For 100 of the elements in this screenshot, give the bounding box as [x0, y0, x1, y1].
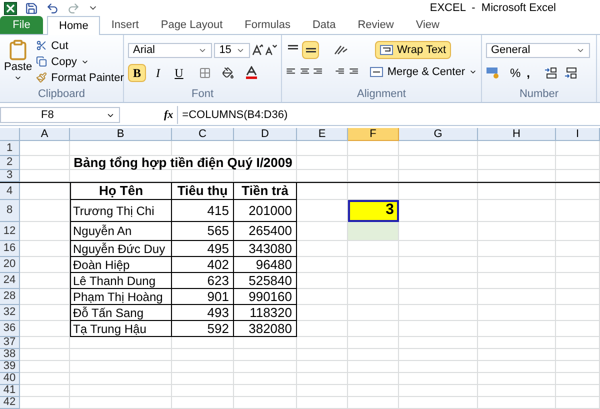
- ribbon-tab[interactable]: Data: [301, 16, 347, 34]
- comma-button[interactable]: ,: [526, 64, 530, 82]
- ribbon-tab[interactable]: Insert: [100, 16, 150, 34]
- empty-cell: [348, 289, 399, 306]
- font-family-dropdown[interactable]: Arial: [128, 42, 212, 58]
- bold-button[interactable]: B: [128, 64, 146, 82]
- format-painter-button[interactable]: Format Painter: [36, 70, 124, 85]
- empty-cell: [556, 170, 600, 182]
- decrease-decimal-icon[interactable]: [564, 66, 578, 79]
- borders-icon[interactable]: [199, 66, 211, 79]
- ribbon-tab[interactable]: Review: [346, 16, 405, 34]
- column-header[interactable]: E: [297, 128, 348, 142]
- row-header[interactable]: 1: [0, 141, 20, 156]
- column-header[interactable]: G: [399, 128, 478, 142]
- table-cell: 415: [172, 200, 234, 222]
- empty-cell: [556, 373, 600, 386]
- window-title: EXCEL - Microsoft Excel: [430, 1, 556, 16]
- row-header[interactable]: 32: [0, 305, 20, 322]
- insert-function-button[interactable]: fx: [164, 106, 174, 124]
- column-header[interactable]: B: [70, 128, 172, 142]
- font-color-icon[interactable]: [245, 66, 258, 80]
- column-header[interactable]: A: [20, 128, 70, 142]
- column-header[interactable]: I: [556, 128, 600, 142]
- empty-cell: [297, 241, 348, 258]
- row-header[interactable]: 8: [0, 200, 20, 222]
- italic-button[interactable]: I: [149, 64, 167, 82]
- row-header[interactable]: 42: [0, 397, 20, 409]
- empty-cell: [556, 222, 600, 242]
- ribbon-tab[interactable]: Formulas: [234, 16, 302, 34]
- underline-button[interactable]: U: [170, 64, 188, 82]
- column-header[interactable]: F: [348, 128, 399, 142]
- table-cell: 3: [348, 200, 399, 222]
- empty-cell: [348, 385, 399, 398]
- ribbon-tab[interactable]: View: [404, 16, 450, 34]
- currency-icon[interactable]: [486, 66, 500, 79]
- undo-icon[interactable]: [46, 2, 59, 15]
- merge-center-button[interactable]: Merge & Center: [370, 64, 478, 80]
- column-header[interactable]: D: [234, 128, 297, 142]
- row-header[interactable]: 4: [0, 183, 20, 200]
- font-size-dropdown[interactable]: 15: [214, 42, 250, 58]
- row-header[interactable]: 24: [0, 273, 20, 290]
- empty-cell: [556, 337, 600, 350]
- empty-cell: [234, 349, 297, 362]
- number-format-dropdown[interactable]: General: [486, 42, 590, 58]
- row-header[interactable]: 28: [0, 289, 20, 306]
- row-header[interactable]: 39: [0, 361, 20, 374]
- table-cell: 493: [172, 305, 234, 322]
- column-header[interactable]: H: [478, 128, 556, 142]
- row-header[interactable]: 2: [0, 156, 20, 170]
- row-header[interactable]: 20: [0, 257, 20, 274]
- table-cell: 901: [172, 289, 234, 306]
- table-cell: Đoàn Hiệp: [70, 257, 172, 274]
- column-header[interactable]: C: [172, 128, 234, 142]
- paste-button[interactable]: Paste: [4, 38, 32, 85]
- empty-cell: [297, 257, 348, 274]
- empty-cell: [297, 273, 348, 290]
- row-header[interactable]: 40: [0, 373, 20, 386]
- formula-input[interactable]: =COLUMNS(B4:D36): [177, 106, 600, 124]
- wrap-text-button[interactable]: Wrap Text: [375, 40, 452, 59]
- clipboard-icon[interactable]: [7, 38, 30, 61]
- empty-cell: [556, 273, 600, 290]
- ribbon-tab[interactable]: Page Layout: [150, 16, 234, 34]
- copy-icon[interactable]: [36, 56, 48, 68]
- empty-cell: [172, 337, 234, 350]
- file-tab[interactable]: File: [0, 16, 43, 34]
- empty-cell: [348, 373, 399, 386]
- middle-align-button[interactable]: [302, 40, 319, 59]
- ribbon-tab[interactable]: Home: [47, 16, 100, 35]
- shrink-font-icon[interactable]: [265, 44, 277, 56]
- orientation-icon[interactable]: [333, 44, 349, 56]
- group-label: Font: [191, 86, 214, 102]
- copy-button[interactable]: Copy: [36, 54, 124, 69]
- name-box[interactable]: F8: [0, 107, 120, 124]
- empty-cell: [348, 257, 399, 274]
- row-header[interactable]: 3: [0, 170, 20, 182]
- save-icon[interactable]: [25, 2, 38, 15]
- row-header[interactable]: 37: [0, 337, 20, 350]
- grow-font-icon[interactable]: [252, 44, 264, 56]
- fill-color-icon[interactable]: [222, 66, 234, 79]
- cut-button[interactable]: Cut: [36, 38, 124, 53]
- percent-button[interactable]: %: [510, 64, 521, 82]
- table-cell: 96480: [234, 257, 297, 274]
- table-cell: Nguyễn An: [70, 222, 172, 242]
- scissors-icon[interactable]: [36, 40, 48, 52]
- paintbrush-icon[interactable]: [36, 72, 48, 84]
- empty-cell: [348, 141, 399, 156]
- row-header[interactable]: 12: [0, 222, 20, 242]
- empty-cell: [348, 241, 399, 258]
- row-header[interactable]: 38: [0, 349, 20, 362]
- increase-decimal-icon[interactable]: [544, 66, 558, 79]
- row-header[interactable]: 41: [0, 385, 20, 398]
- empty-cell: [172, 373, 234, 386]
- empty-cell: [556, 200, 600, 222]
- spreadsheet-logo-icon[interactable]: [4, 2, 17, 15]
- column-heading: Tiêu thụ: [172, 183, 234, 200]
- empty-cell: [348, 273, 399, 290]
- empty-cell: [348, 170, 399, 182]
- row-header[interactable]: 16: [0, 241, 20, 258]
- column-heading: Tiền trả: [234, 183, 297, 200]
- row-header[interactable]: 36: [0, 321, 20, 338]
